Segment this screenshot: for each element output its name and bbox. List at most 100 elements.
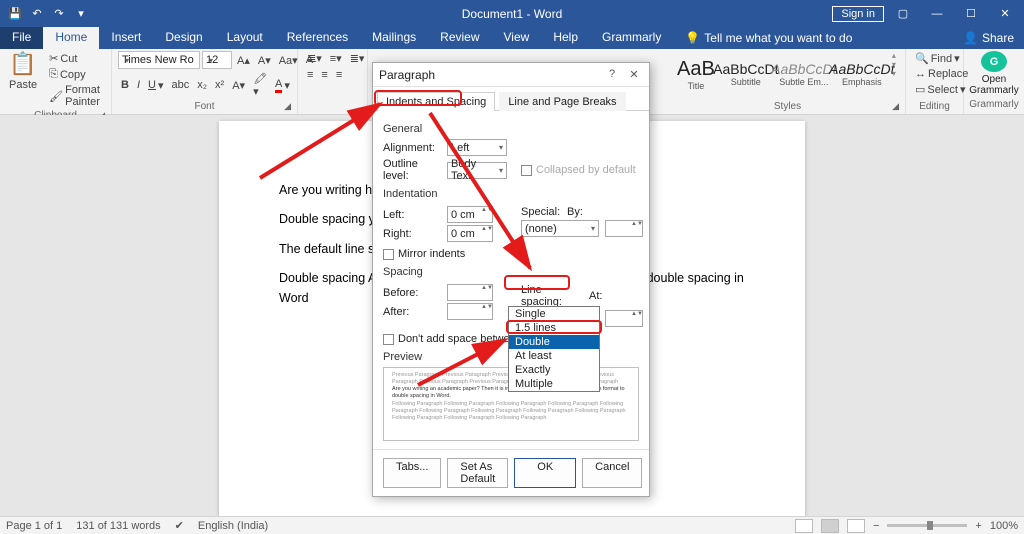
option-at-least[interactable]: At least xyxy=(509,349,599,363)
numbering-icon[interactable]: ≡▾ xyxy=(327,51,345,66)
indent-right-spin[interactable]: 0 cm▲▼ xyxy=(447,225,493,242)
tell-me[interactable]: 💡 Tell me what you want to do xyxy=(673,27,852,49)
indent-left-value: 0 cm xyxy=(451,209,475,221)
cut-button[interactable]: ✂Cut xyxy=(46,51,105,66)
select-button[interactable]: ▭ Select ▾ xyxy=(912,82,971,97)
line-spacing-dropdown[interactable]: Single 1.5 lines Double At least Exactly… xyxy=(508,306,600,392)
undo-icon[interactable]: ↶ xyxy=(28,5,46,23)
replace-button[interactable]: ↔ Replace xyxy=(912,67,971,81)
tabs-button[interactable]: Tabs... xyxy=(383,458,441,488)
dialog-help-icon[interactable]: ? xyxy=(603,68,621,81)
zoom-slider[interactable] xyxy=(887,524,967,527)
text-effects-icon[interactable]: A▾ xyxy=(229,78,248,93)
find-button[interactable]: 🔍 Find ▾ xyxy=(912,51,971,66)
zoom-in-icon[interactable]: + xyxy=(975,520,981,532)
option-exactly[interactable]: Exactly xyxy=(509,363,599,377)
tab-design[interactable]: Design xyxy=(153,27,214,49)
option-single[interactable]: Single xyxy=(509,307,599,321)
language-indicator[interactable]: English (India) xyxy=(198,520,268,532)
option-double[interactable]: Double xyxy=(509,335,599,349)
bold-icon[interactable]: B xyxy=(118,78,132,92)
before-spin[interactable]: ▲▼ xyxy=(447,284,493,301)
dialog-tab-line-breaks[interactable]: Line and Page Breaks xyxy=(499,92,625,111)
align-center-icon[interactable]: ≡ xyxy=(318,68,330,82)
alignment-combo[interactable]: Left▾ xyxy=(447,139,507,156)
ok-button[interactable]: OK xyxy=(514,458,576,488)
tab-view[interactable]: View xyxy=(492,27,542,49)
grow-font-icon[interactable]: A▴ xyxy=(234,53,253,68)
change-case-icon[interactable]: Aa▾ xyxy=(276,53,301,68)
spell-check-icon[interactable]: ✔ xyxy=(175,519,184,532)
style-emphasis[interactable]: AaBbCcDtEmphasis xyxy=(834,51,890,97)
style-subtle-em[interactable]: AaBbCcDtSubtle Em... xyxy=(776,51,832,97)
at-spin[interactable]: ▲▼ xyxy=(605,310,643,327)
close-icon[interactable]: ✕ xyxy=(990,4,1020,24)
ribbon-options-icon[interactable]: ▢ xyxy=(888,4,918,24)
bullets-icon[interactable]: ≣▾ xyxy=(304,51,325,66)
sign-in-button[interactable]: Sign in xyxy=(832,6,884,22)
italic-icon[interactable]: I xyxy=(134,78,143,92)
dont-add-checkbox[interactable] xyxy=(383,334,394,345)
multilevel-icon[interactable]: ≣▾ xyxy=(347,51,368,66)
web-layout-icon[interactable] xyxy=(847,519,865,533)
maximize-icon[interactable]: ☐ xyxy=(956,4,986,24)
shrink-font-icon[interactable]: A▾ xyxy=(255,53,274,68)
dialog-close-icon[interactable]: ✕ xyxy=(625,68,643,81)
styles-more-icon[interactable]: ▴▾▾ xyxy=(892,51,899,78)
share-button[interactable]: 👤 Share xyxy=(963,27,1024,49)
minimize-icon[interactable]: — xyxy=(922,4,952,24)
tab-references[interactable]: References xyxy=(275,27,360,49)
style-subtitle[interactable]: AaBbCcDtSubtitle xyxy=(718,51,774,97)
tab-mailings[interactable]: Mailings xyxy=(360,27,428,49)
align-left-icon[interactable]: ≡ xyxy=(304,68,316,82)
font-name-value: Times New Ro xyxy=(122,54,194,66)
tab-layout[interactable]: Layout xyxy=(215,27,275,49)
tab-home[interactable]: Home xyxy=(43,27,99,49)
by-spin[interactable]: ▲▼ xyxy=(605,220,643,237)
after-spin[interactable]: ▲▼ xyxy=(447,303,493,320)
special-combo[interactable]: (none)▾ xyxy=(521,220,599,237)
print-layout-icon[interactable] xyxy=(821,519,839,533)
zoom-value[interactable]: 100% xyxy=(990,520,1018,532)
underline-icon[interactable]: U▾ xyxy=(145,78,166,93)
font-color-icon[interactable]: A▾ xyxy=(272,77,293,94)
open-grammarly-button[interactable]: Open Grammarly xyxy=(969,74,1018,96)
tab-file[interactable]: File xyxy=(0,27,43,49)
indent-left-spin[interactable]: 0 cm▲▼ xyxy=(447,206,493,223)
mirror-checkbox[interactable] xyxy=(383,249,394,260)
qat-customize-icon[interactable]: ▾ xyxy=(72,5,90,23)
strike-icon[interactable]: abc xyxy=(169,78,193,92)
styles-gallery[interactable]: AaBTitle AaBbCcDtSubtitle AaBbCcDtSubtle… xyxy=(676,51,899,100)
read-mode-icon[interactable] xyxy=(795,519,813,533)
save-icon[interactable]: 💾 xyxy=(6,5,24,23)
grammarly-icon[interactable]: G xyxy=(981,51,1007,72)
option-multiple[interactable]: Multiple xyxy=(509,377,599,391)
copy-button[interactable]: ⎘Copy xyxy=(46,67,105,82)
font-size-combo[interactable]: 12▾ xyxy=(202,51,232,69)
paste-button[interactable]: Paste xyxy=(6,78,40,92)
format-painter-button[interactable]: 🖌Format Painter xyxy=(46,83,105,109)
align-right-icon[interactable]: ≡ xyxy=(333,68,345,82)
dialog-tab-indents[interactable]: Indents and Spacing xyxy=(377,92,495,111)
editing-group-label: Editing xyxy=(912,100,957,114)
superscript-icon[interactable]: x² xyxy=(212,78,227,92)
option-1-5[interactable]: 1.5 lines xyxy=(509,321,599,335)
outline-combo[interactable]: Body Text▾ xyxy=(447,162,507,179)
cancel-button[interactable]: Cancel xyxy=(582,458,642,488)
zoom-out-icon[interactable]: − xyxy=(873,520,879,532)
tab-help[interactable]: Help xyxy=(541,27,590,49)
styles-dialog-launcher-icon[interactable]: ◢ xyxy=(892,101,899,112)
subscript-icon[interactable]: x₂ xyxy=(194,78,210,92)
tab-grammarly[interactable]: Grammarly xyxy=(590,27,673,49)
font-dialog-launcher-icon[interactable]: ◢ xyxy=(284,101,291,112)
word-count[interactable]: 131 of 131 words xyxy=(76,520,160,532)
highlight-icon[interactable]: 🖍▾ xyxy=(250,71,270,99)
font-name-combo[interactable]: Times New Ro▾ xyxy=(118,51,200,69)
redo-icon[interactable]: ↷ xyxy=(50,5,68,23)
style-title[interactable]: AaBTitle xyxy=(676,51,716,97)
page-indicator[interactable]: Page 1 of 1 xyxy=(6,520,62,532)
tab-insert[interactable]: Insert xyxy=(99,27,153,49)
tab-review[interactable]: Review xyxy=(428,27,491,49)
set-default-button[interactable]: Set As Default xyxy=(447,458,508,488)
paste-icon[interactable]: 📋 xyxy=(9,51,36,77)
